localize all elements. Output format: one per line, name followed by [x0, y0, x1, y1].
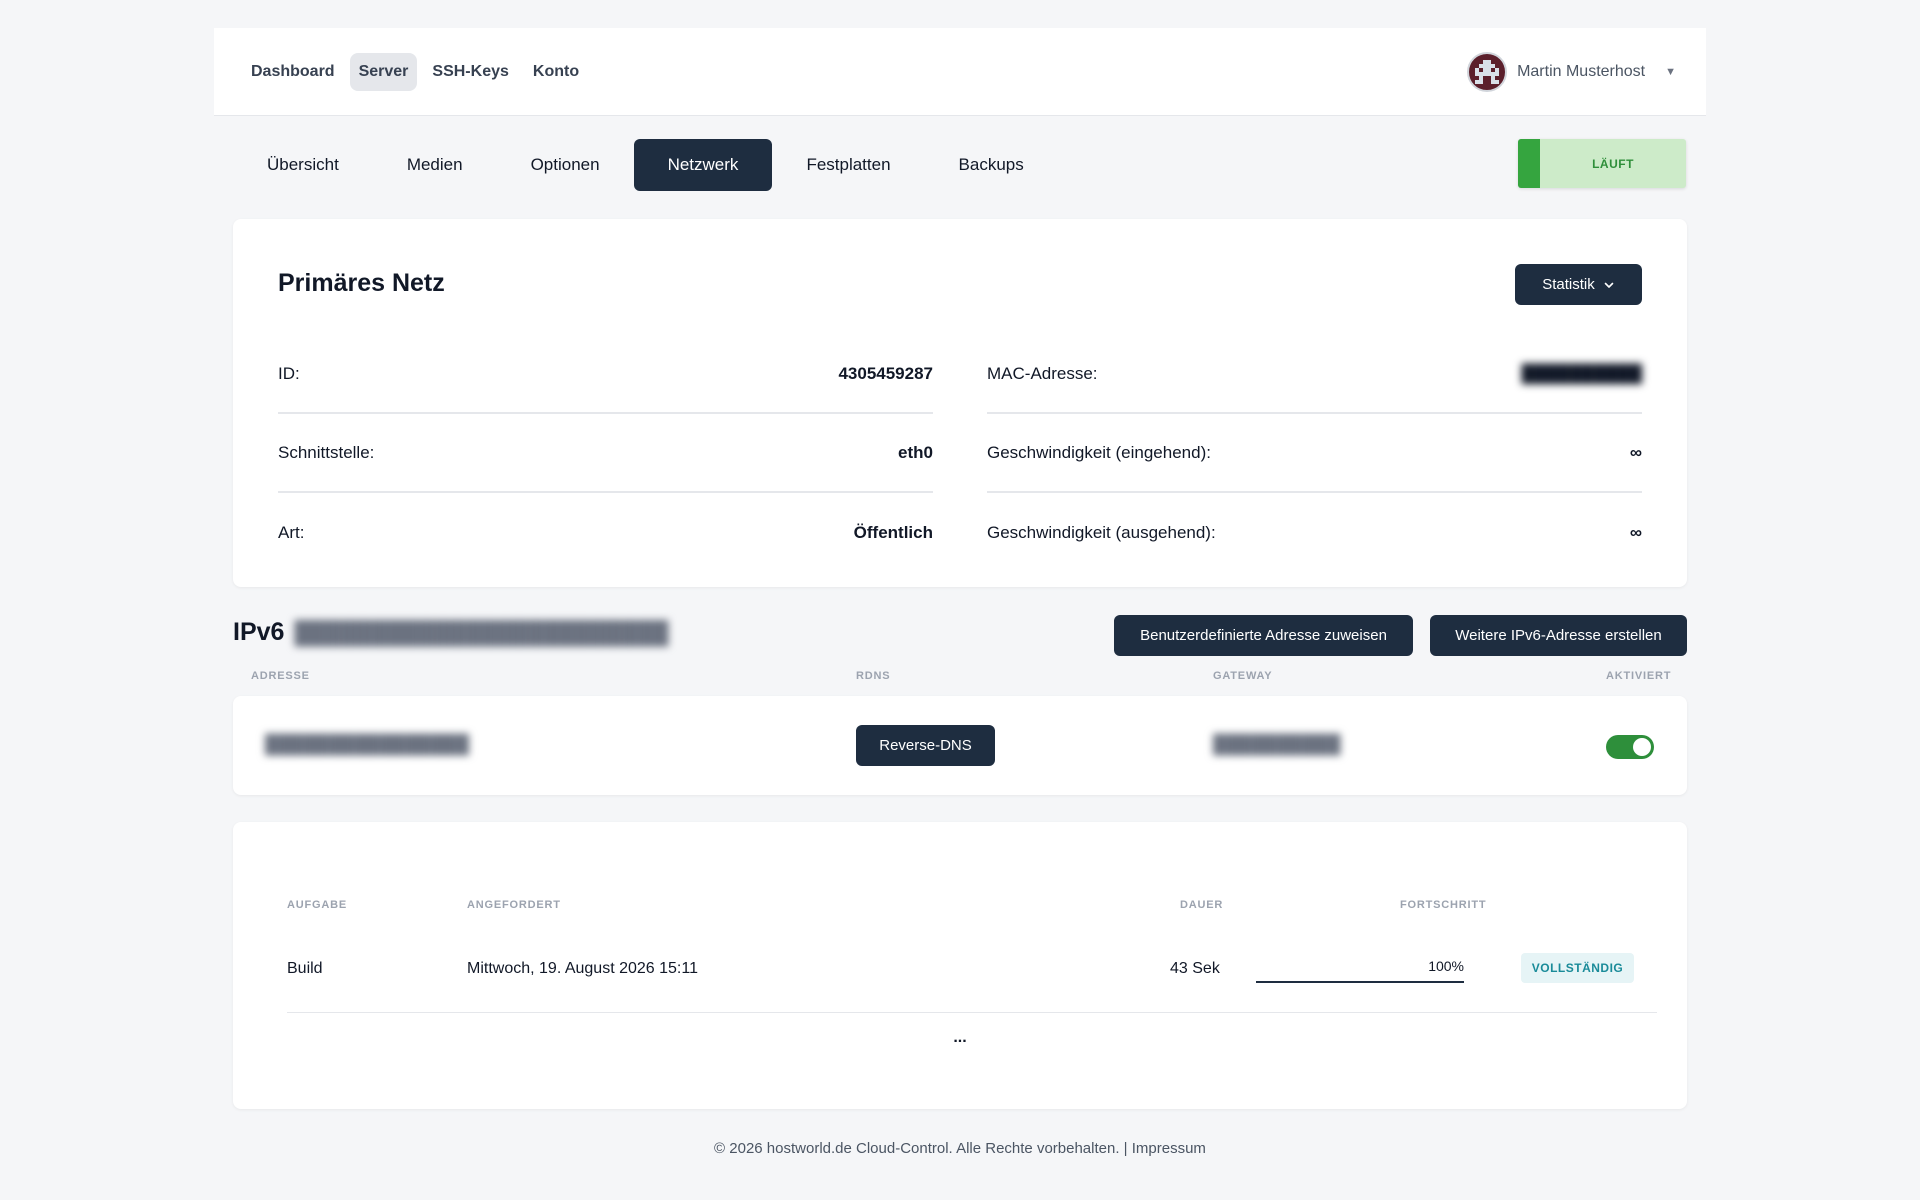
ipv6-subnet-redacted: ████████████████████████: [294, 619, 669, 645]
speed-in-label: Geschwindigkeit (eingehend):: [987, 442, 1211, 462]
task-name: Build: [287, 960, 323, 977]
ipv6-address-redacted: ████████████████: [265, 734, 470, 754]
nav-link-dashboard[interactable]: Dashboard: [242, 53, 344, 91]
column-header-rdns: RDNS: [856, 670, 891, 682]
user-name: Martin Musterhost: [1517, 62, 1646, 80]
row-divider: [287, 1012, 1657, 1013]
nav-link-konto[interactable]: Konto: [524, 53, 588, 91]
ipv6-enabled-toggle[interactable]: [1606, 735, 1654, 759]
mac-address-label: MAC-Adresse:: [987, 363, 1098, 383]
reverse-dns-button[interactable]: Reverse-DNS: [856, 725, 995, 766]
tab-optionen[interactable]: Optionen: [497, 139, 634, 191]
column-header-progress: FORTSCHRITT: [1400, 899, 1487, 911]
network-details-right: MAC-Adresse: ██████████ Geschwindigkeit …: [987, 335, 1642, 572]
caret-down-icon: ▼: [1665, 65, 1676, 78]
primary-network-card: Primäres Netz Statistik ID: 4305459287 S…: [233, 219, 1687, 587]
statistics-button[interactable]: Statistik: [1515, 264, 1642, 305]
column-header-gateway: GATEWAY: [1213, 670, 1273, 682]
footer-impressum-link[interactable]: Impressum: [1132, 1140, 1206, 1157]
ipv6-heading: IPv6 ████████████████████████: [233, 618, 669, 647]
task-progress-label: 100%: [1428, 958, 1464, 974]
footer: © 2026 hostworld.de Cloud-Control. Alle …: [0, 1140, 1920, 1157]
top-navigation: Dashboard Server SSH-Keys Konto Martin M…: [214, 28, 1706, 116]
network-id-label: ID:: [278, 363, 300, 383]
chevron-down-icon: [1604, 282, 1614, 288]
mac-address-redacted: ██████████: [1521, 363, 1642, 383]
status-color-bar: [1518, 139, 1540, 188]
main-nav-links: Dashboard Server SSH-Keys Konto: [242, 52, 588, 91]
speed-in-value: ∞: [1629, 442, 1642, 462]
task-status-badge: VOLLSTÄNDIG: [1521, 953, 1634, 983]
progress-fill: [1256, 981, 1464, 983]
task-progress: 100%: [1256, 956, 1464, 983]
network-id-value: 4305459287: [838, 363, 933, 383]
ipv6-title: IPv6: [233, 618, 285, 646]
column-header-enabled: AKTIVIERT: [1606, 670, 1672, 682]
server-status-indicator: LÄUFT: [1518, 139, 1686, 188]
avatar: [1467, 51, 1508, 92]
tab-festplatten[interactable]: Festplatten: [772, 139, 924, 191]
create-ipv6-address-button[interactable]: Weitere IPv6-Adresse erstellen: [1430, 615, 1687, 656]
nav-link-ssh-keys[interactable]: SSH-Keys: [423, 53, 517, 91]
column-header-address: ADRESSE: [251, 670, 310, 682]
task-duration: 43 Sek: [1170, 960, 1220, 977]
tab-uebersicht[interactable]: Übersicht: [233, 139, 373, 191]
status-label: LÄUFT: [1592, 156, 1634, 171]
tab-backups[interactable]: Backups: [925, 139, 1058, 191]
server-subtabs: Übersicht Medien Optionen Netzwerk Festp…: [233, 139, 1058, 191]
interface-value: eth0: [898, 442, 933, 462]
ipv6-address-row: ████████████████ Reverse-DNS ██████████: [233, 696, 1687, 795]
column-header-task: AUFGABE: [287, 899, 347, 911]
speed-out-value: ∞: [1629, 522, 1642, 542]
primary-network-title: Primäres Netz: [278, 269, 445, 297]
tasks-card: AUFGABE ANGEFORDERT DAUER FORTSCHRITT Bu…: [233, 822, 1687, 1109]
show-more-tasks[interactable]: ...: [233, 1029, 1687, 1047]
assign-custom-address-button[interactable]: Benutzerdefinierte Adresse zuweisen: [1114, 615, 1413, 656]
footer-copyright: © 2026 hostworld.de Cloud-Control. Alle …: [714, 1140, 1128, 1157]
user-menu[interactable]: Martin Musterhost ▼: [1467, 51, 1676, 92]
tab-medien[interactable]: Medien: [373, 139, 497, 191]
column-header-requested: ANGEFORDERT: [467, 899, 561, 911]
task-requested: Mittwoch, 19. August 2026 15:11: [467, 960, 698, 977]
speed-out-label: Geschwindigkeit (ausgehend):: [987, 522, 1216, 542]
type-value: Öffentlich: [853, 522, 933, 542]
type-label: Art:: [278, 522, 305, 542]
toggle-knob: [1633, 738, 1651, 756]
network-details-left: ID: 4305459287 Schnittstelle: eth0 Art: …: [278, 335, 933, 572]
interface-row: Schnittstelle: eth0: [278, 414, 933, 493]
type-row: Art: Öffentlich: [278, 493, 933, 572]
statistics-button-label: Statistik: [1542, 276, 1595, 293]
mac-address-row: MAC-Adresse: ██████████: [987, 335, 1642, 414]
avatar-pattern-icon: [1471, 55, 1504, 88]
interface-label: Schnittstelle:: [278, 442, 375, 462]
tab-netzwerk[interactable]: Netzwerk: [633, 139, 773, 191]
speed-in-row: Geschwindigkeit (eingehend): ∞: [987, 414, 1642, 493]
network-id-row: ID: 4305459287: [278, 335, 933, 414]
speed-out-row: Geschwindigkeit (ausgehend): ∞: [987, 493, 1642, 572]
ipv6-gateway-redacted: ██████████: [1213, 734, 1341, 754]
column-header-duration: DAUER: [1180, 899, 1224, 911]
nav-link-server[interactable]: Server: [349, 52, 418, 91]
